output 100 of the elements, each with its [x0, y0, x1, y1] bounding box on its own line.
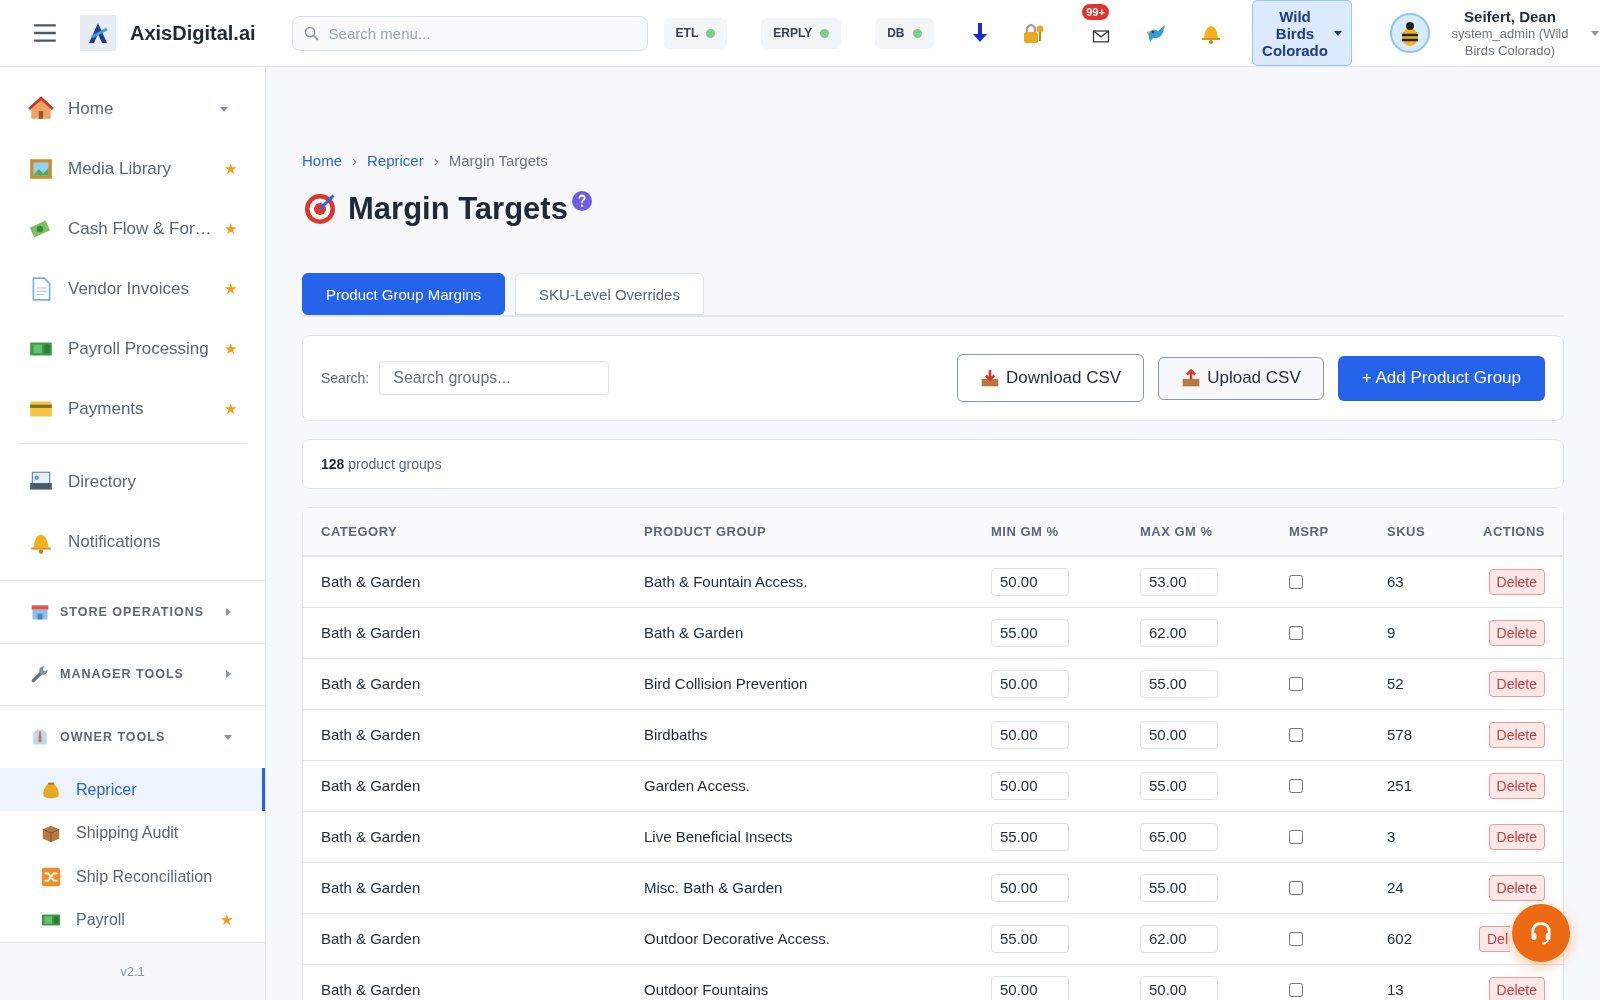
delete-button[interactable]: Delete — [1488, 670, 1545, 697]
delete-button[interactable]: Delete — [1488, 619, 1545, 646]
max-margin-input[interactable]: 55.00 — [1140, 771, 1218, 800]
search-field[interactable]: Search groups... — [379, 361, 610, 395]
table-cell: Live Beneficial Insects — [626, 811, 973, 862]
table-cell: Misc. Bath & Garden — [626, 862, 973, 913]
star-icon: ★ — [220, 911, 233, 930]
sidebar-item[interactable]: Notifications — [18, 512, 247, 572]
max-margin-input[interactable]: 55.00 — [1140, 873, 1218, 902]
table-cell: Bath & Garden — [303, 556, 626, 607]
sidebar-item[interactable]: Home — [18, 79, 247, 139]
min-margin-input[interactable]: 50.00 — [991, 567, 1069, 596]
shirt-tie-icon — [30, 727, 50, 748]
status-label: ETL — [675, 26, 699, 40]
max-margin-input[interactable]: 50.00 — [1140, 720, 1218, 749]
msrp-checkbox[interactable] — [1289, 625, 1303, 640]
sidebar-item[interactable]: Media Library ★ — [18, 139, 247, 199]
table-cell: Outdoor Decorative Access. — [626, 913, 973, 964]
column-header: SKUS — [1369, 508, 1451, 556]
max-margin-input[interactable]: 62.00 — [1140, 924, 1218, 953]
delete-button[interactable]: Del — [1479, 925, 1510, 952]
delete-button[interactable]: Delete — [1488, 772, 1545, 799]
table-cell: 9 — [1369, 607, 1451, 658]
sidebar-item[interactable]: Payments ★ — [18, 379, 247, 439]
status-label: DB — [887, 26, 905, 40]
table-cell: Bath & Garden — [303, 760, 626, 811]
tab[interactable]: SKU-Level Overrides — [515, 273, 704, 315]
breadcrumb-separator: › — [352, 152, 357, 169]
user-menu[interactable]: Seifert, Dean system_admin (Wild Birds Colorado) — [1389, 7, 1600, 59]
outbox-tray-icon — [1181, 368, 1202, 388]
star-icon: ★ — [224, 340, 237, 358]
max-margin-input[interactable]: 65.00 — [1140, 822, 1218, 851]
sidebar-item[interactable]: Payroll Processing ★ — [18, 319, 247, 379]
table-cell: 602 — [1369, 913, 1451, 964]
msrp-checkbox[interactable] — [1289, 931, 1303, 946]
table-cell: Outdoor Fountains — [626, 964, 973, 1000]
star-icon: ★ — [224, 280, 237, 298]
table-cell: Bath & Garden — [303, 709, 626, 760]
delete-button[interactable]: Delete — [1488, 823, 1545, 850]
sidebar-item[interactable]: Vendor Invoices ★ — [18, 259, 247, 319]
star-icon: ★ — [224, 220, 237, 238]
msrp-checkbox[interactable] — [1289, 982, 1303, 997]
max-margin-input[interactable]: 50.00 — [1140, 975, 1218, 1000]
sidebar-item[interactable]: Directory — [18, 452, 247, 512]
table-cell: Bath & Garden — [303, 964, 626, 1000]
min-margin-input[interactable]: 55.00 — [991, 618, 1069, 647]
max-margin-input[interactable]: 53.00 — [1140, 567, 1218, 596]
column-header: MSRP — [1271, 508, 1369, 556]
store-selector[interactable]: Wild Birds Colorado — [1251, 0, 1352, 66]
sidebar-item[interactable]: Shipping Audit — [0, 811, 265, 855]
inbox-tray-icon — [979, 368, 1000, 388]
download-csv-button[interactable]: Download CSV — [956, 354, 1145, 402]
min-margin-input[interactable]: 50.00 — [991, 873, 1069, 902]
sidebar-item[interactable]: Repricer — [0, 767, 265, 812]
logo-icon — [80, 15, 116, 51]
table-cell: 63 — [1369, 556, 1451, 607]
delete-button[interactable]: Delete — [1488, 721, 1545, 748]
msrp-checkbox[interactable] — [1289, 880, 1303, 895]
min-margin-input[interactable]: 55.00 — [991, 822, 1069, 851]
tab[interactable]: Product Group Margins — [302, 273, 506, 315]
max-margin-input[interactable]: 55.00 — [1140, 669, 1218, 698]
search-field[interactable]: Search menu... — [291, 15, 648, 51]
msrp-checkbox[interactable] — [1289, 676, 1303, 691]
search-icon — [302, 24, 320, 42]
delete-button[interactable]: Delete — [1488, 874, 1545, 901]
column-header: PRODUCT GROUP — [626, 508, 973, 556]
framed-picture-icon — [28, 156, 54, 182]
table-cell: 52 — [1369, 658, 1451, 709]
user-role: system_admin (Wild Birds Colorado) — [1450, 25, 1570, 59]
add-product-group-button[interactable]: + Add Product Group — [1337, 355, 1545, 401]
star-icon: ★ — [224, 160, 237, 178]
breadcrumb-link[interactable]: Repricer — [367, 152, 424, 169]
table-cell: Bath & Garden — [303, 862, 626, 913]
breadcrumb-link[interactable]: Home — [302, 152, 342, 169]
brand-name: AxisDigital.ai — [130, 21, 256, 45]
msrp-checkbox[interactable] — [1289, 727, 1303, 742]
sidebar-item[interactable]: Cash Flow & For… ★ — [18, 199, 247, 259]
column-header: CATEGORY — [303, 508, 626, 556]
breadcrumb-current: Margin Targets — [448, 152, 548, 169]
upload-csv-button[interactable]: Upload CSV — [1158, 356, 1324, 400]
min-margin-input[interactable]: 50.00 — [991, 771, 1069, 800]
help-icon[interactable] — [571, 191, 592, 211]
sidebar-item[interactable]: Ship Reconciliation — [0, 854, 265, 899]
min-margin-input[interactable]: 50.00 — [991, 975, 1069, 1000]
table-cell: Bath & Garden — [303, 913, 626, 964]
delete-button[interactable]: Delete — [1488, 568, 1545, 595]
record-count: 128 product groups — [321, 456, 442, 472]
sidebar-item[interactable]: Payroll ★ — [0, 898, 265, 942]
max-margin-input[interactable]: 62.00 — [1140, 618, 1218, 647]
msrp-checkbox[interactable] — [1289, 574, 1303, 589]
min-margin-input[interactable]: 50.00 — [991, 720, 1069, 749]
table-cell: Garden Access. — [626, 760, 973, 811]
column-header: MIN GM % — [973, 508, 1122, 556]
msrp-checkbox[interactable] — [1289, 778, 1303, 793]
table-cell: Birdbaths — [626, 709, 973, 760]
delete-button[interactable]: Delete — [1488, 976, 1545, 1000]
min-margin-input[interactable]: 55.00 — [991, 924, 1069, 953]
min-margin-input[interactable]: 50.00 — [991, 669, 1069, 698]
msrp-checkbox[interactable] — [1289, 829, 1303, 844]
wrench-icon — [30, 664, 50, 685]
